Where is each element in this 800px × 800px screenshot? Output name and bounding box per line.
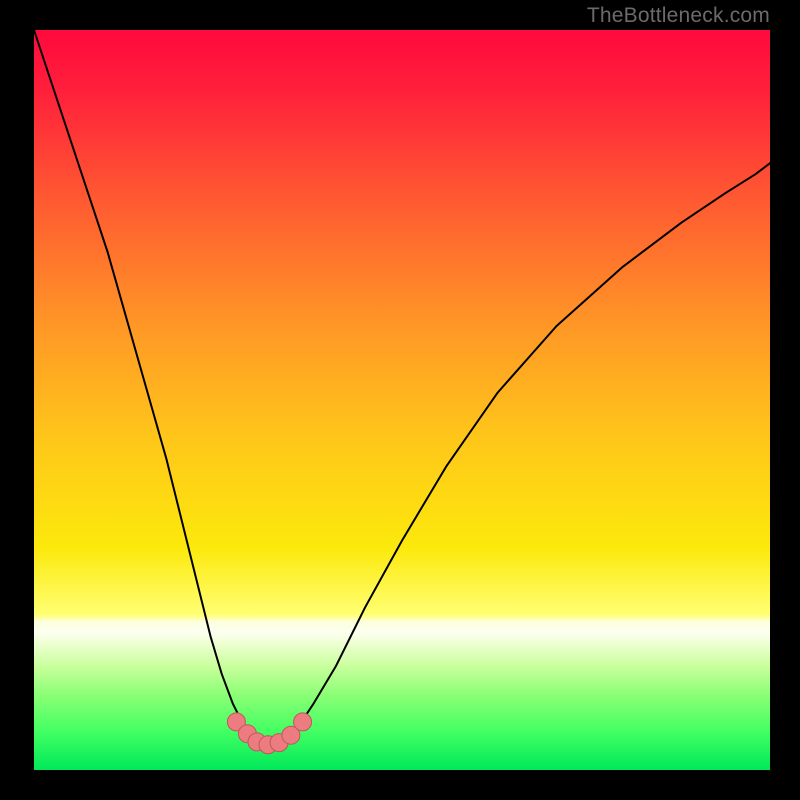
watermark-text: TheBottleneck.com	[587, 4, 770, 28]
chart-plot	[34, 30, 770, 770]
marker-dot	[294, 713, 312, 731]
marker-layer	[34, 30, 770, 770]
app-frame: TheBottleneck.com	[0, 0, 800, 800]
